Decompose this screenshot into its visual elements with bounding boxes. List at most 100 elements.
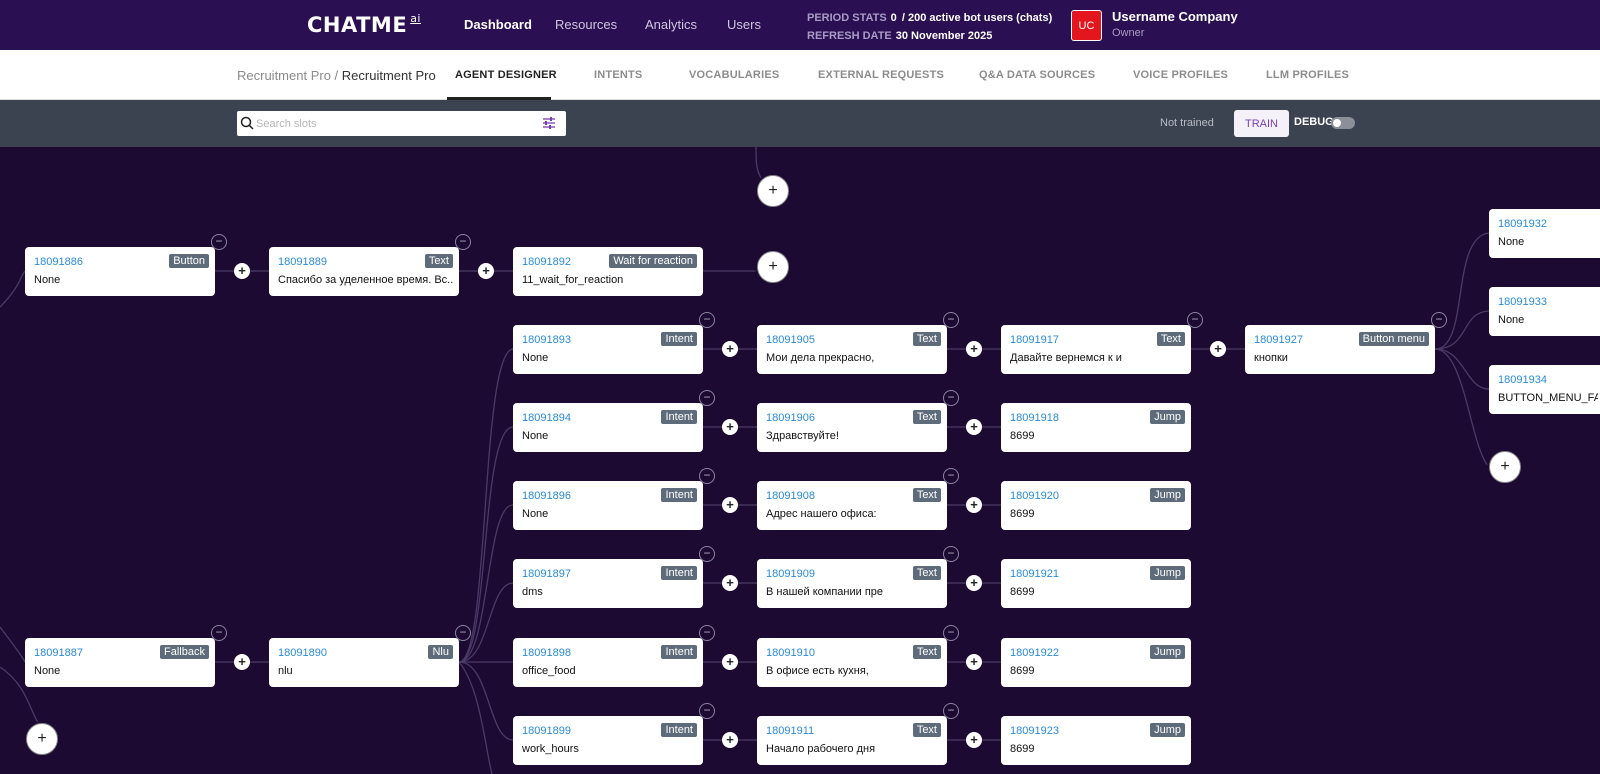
nav-dashboard[interactable]: Dashboard	[464, 17, 532, 32]
tab-llm-profiles[interactable]: LLM PROFILES	[1266, 69, 1349, 81]
user-name[interactable]: Username Company	[1112, 9, 1238, 24]
insert-node-plus-icon[interactable]: +	[234, 654, 250, 670]
insert-node-plus-icon[interactable]: +	[722, 575, 738, 591]
nav-analytics[interactable]: Analytics	[645, 17, 697, 32]
node-button[interactable]: 18091886 Button None	[25, 247, 215, 296]
collapse-icon[interactable]: −	[699, 625, 715, 641]
node-jump[interactable]: 18091920 Jump 8699	[1001, 481, 1191, 530]
collapse-icon[interactable]: −	[943, 625, 959, 641]
node-button-menu[interactable]: 18091927 Button menu кнопки	[1245, 325, 1435, 374]
insert-node-plus-icon[interactable]: +	[966, 732, 982, 748]
period-stats-value: 0	[890, 12, 897, 24]
node-text[interactable]: 18091889 Text Спасибо за уделенное время. …	[269, 247, 459, 296]
node-text[interactable]: 18091908 Text Адрес нашего офиса:	[757, 481, 947, 530]
node-type-badge: Text	[912, 645, 941, 659]
node-text: 11_wait_for_reaction	[522, 274, 624, 286]
insert-node-plus-icon[interactable]: +	[234, 263, 250, 279]
insert-node-plus-icon[interactable]: +	[722, 654, 738, 670]
tab-vocabularies[interactable]: VOCABULARIES	[689, 69, 779, 81]
add-child-plus-icon[interactable]: +	[757, 175, 789, 207]
collapse-icon[interactable]: −	[943, 312, 959, 328]
node-nlu[interactable]: 18091890 Nlu nlu	[269, 638, 459, 687]
collapse-icon[interactable]: −	[943, 390, 959, 406]
collapse-icon[interactable]: −	[699, 703, 715, 719]
node-text[interactable]: 18091905 Text Мои дела прекрасно,	[757, 325, 947, 374]
insert-node-plus-icon[interactable]: +	[966, 341, 982, 357]
add-child-plus-icon[interactable]: +	[26, 723, 58, 755]
node-intent[interactable]: 18091894 Intent None	[513, 403, 703, 452]
add-child-plus-icon[interactable]: +	[757, 251, 789, 283]
training-status: Not trained	[1160, 117, 1214, 129]
insert-node-plus-icon[interactable]: +	[966, 654, 982, 670]
node-text: None	[34, 665, 61, 677]
insert-node-plus-icon[interactable]: +	[966, 575, 982, 591]
collapse-icon[interactable]: −	[943, 468, 959, 484]
insert-node-plus-icon[interactable]: +	[478, 263, 494, 279]
node-text[interactable]: 18091911 Text Начало рабочего дня	[757, 716, 947, 765]
collapse-icon[interactable]: −	[943, 546, 959, 562]
node-wait-for-reaction[interactable]: 18091892 Wait for reaction 11_wait_for_rea…	[513, 247, 703, 296]
add-child-plus-icon[interactable]: +	[1489, 451, 1521, 483]
debug-label: DEBUG	[1294, 116, 1334, 128]
tab-voice-profiles[interactable]: VOICE PROFILES	[1133, 69, 1228, 81]
tab-external-requests[interactable]: EXTERNAL REQUESTS	[818, 69, 944, 81]
node-id: 18091922	[1010, 647, 1059, 659]
node-id: 18091892	[522, 256, 571, 268]
node-button-menu-fallback[interactable]: 18091934 BUTTON_MENU_FALL	[1489, 365, 1600, 414]
flow-canvas[interactable]: 18091886 Button None 18091889 Text Спасибо з…	[0, 147, 1600, 774]
node-text: work_hours	[522, 743, 579, 755]
node-text[interactable]: 18091910 Text В офисе есть кухня,	[757, 638, 947, 687]
tab-agent-designer[interactable]: AGENT DESIGNER	[455, 69, 557, 81]
node-intent[interactable]: 18091897 Intent dms	[513, 559, 703, 608]
nav-users[interactable]: Users	[727, 17, 761, 32]
node-type-badge: Jump	[1150, 410, 1185, 424]
node-intent[interactable]: 18091896 Intent None	[513, 481, 703, 530]
insert-node-plus-icon[interactable]: +	[966, 497, 982, 513]
breadcrumb-parent[interactable]: Recruitment Pro /	[237, 68, 338, 83]
collapse-icon[interactable]: −	[1187, 312, 1203, 328]
nav-resources[interactable]: Resources	[555, 17, 617, 32]
node-intent[interactable]: 18091893 Intent None	[513, 325, 703, 374]
node-type-badge: Text	[912, 410, 941, 424]
insert-node-plus-icon[interactable]: +	[722, 732, 738, 748]
collapse-icon[interactable]: −	[943, 703, 959, 719]
insert-node-plus-icon[interactable]: +	[722, 341, 738, 357]
insert-node-plus-icon[interactable]: +	[722, 497, 738, 513]
filter-settings-icon[interactable]	[542, 116, 556, 135]
debug-toggle[interactable]	[1331, 117, 1355, 129]
node-id: 18091905	[766, 334, 815, 346]
node-text[interactable]: 18091917 Text Давайте вернемся к и	[1001, 325, 1191, 374]
node-intent[interactable]: 18091898 Intent office_food	[513, 638, 703, 687]
node-intent[interactable]: 18091899 Intent work_hours	[513, 716, 703, 765]
collapse-icon[interactable]: −	[699, 312, 715, 328]
node-jump[interactable]: 18091918 Jump 8699	[1001, 403, 1191, 452]
node-text: BUTTON_MENU_FALL	[1498, 392, 1598, 404]
insert-node-plus-icon[interactable]: +	[722, 419, 738, 435]
node-id: 18091889	[278, 256, 327, 268]
insert-node-plus-icon[interactable]: +	[1210, 341, 1226, 357]
search-input[interactable]	[256, 115, 536, 132]
node-jump[interactable]: 18091921 Jump 8699	[1001, 559, 1191, 608]
node-text: 8699	[1010, 665, 1035, 677]
collapse-icon[interactable]: −	[699, 468, 715, 484]
insert-node-plus-icon[interactable]: +	[966, 419, 982, 435]
node-text[interactable]: 18091906 Text Здравствуйте!	[757, 403, 947, 452]
avatar[interactable]: UC	[1071, 10, 1102, 41]
train-button[interactable]: TRAIN	[1234, 110, 1289, 137]
collapse-icon[interactable]: −	[211, 234, 227, 250]
collapse-icon[interactable]: −	[455, 234, 471, 250]
tab-qa-data-sources[interactable]: Q&A DATA SOURCES	[979, 69, 1095, 81]
node-jump[interactable]: 18091922 Jump 8699	[1001, 638, 1191, 687]
node-button-option[interactable]: 18091933 None	[1489, 287, 1600, 336]
node-button-option[interactable]: 18091932 None	[1489, 209, 1600, 258]
collapse-icon[interactable]: −	[699, 390, 715, 406]
node-fallback[interactable]: 18091887 Fallback None	[25, 638, 215, 687]
node-text[interactable]: 18091909 Text В нашей компании пре	[757, 559, 947, 608]
tab-intents[interactable]: INTENTS	[594, 69, 642, 81]
chatme-logo[interactable]: CHATME ai	[307, 12, 421, 37]
node-jump[interactable]: 18091923 Jump 8699	[1001, 716, 1191, 765]
collapse-icon[interactable]: −	[455, 625, 471, 641]
collapse-icon[interactable]: −	[699, 546, 715, 562]
collapse-icon[interactable]: −	[1431, 312, 1447, 328]
collapse-icon[interactable]: −	[211, 625, 227, 641]
